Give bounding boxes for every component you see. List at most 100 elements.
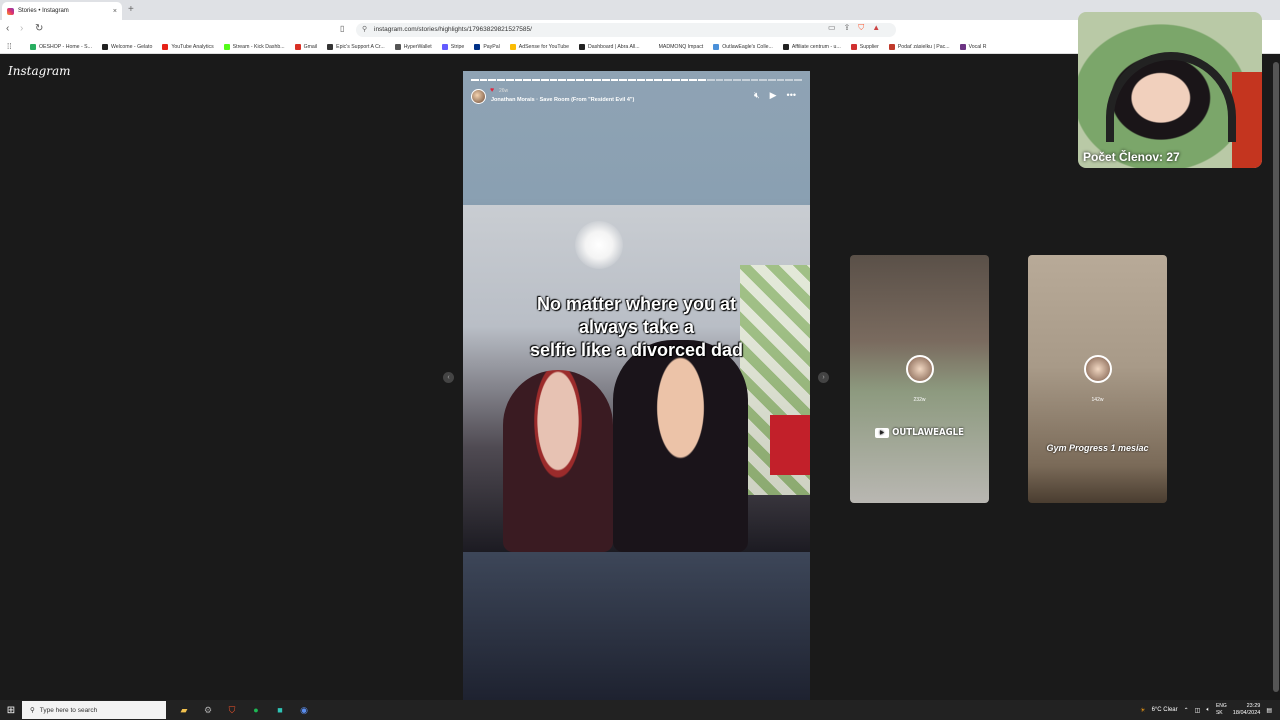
progress-segment xyxy=(584,79,593,81)
windows-taskbar: ⊞ ⚲ Type here to search ▰ ⚙ ⛉ ● ■ ◉ ☀ 6°… xyxy=(0,700,1280,720)
brave-shield-icon[interactable]: ⛉ xyxy=(858,23,864,33)
clock-date: 18/04/2024 xyxy=(1232,710,1261,716)
bookmark-item[interactable]: HyperWallet xyxy=(394,43,432,50)
notifications-icon[interactable]: ▤ xyxy=(1266,707,1272,714)
bookmark-favicon-icon xyxy=(888,43,895,50)
story-controls: 🔇︎ ▶ ••• xyxy=(754,90,796,101)
bookmark-item[interactable]: Dashboard | Abra All... xyxy=(579,43,640,50)
reload-icon[interactable]: ↻ xyxy=(35,23,43,34)
next-highlight-thumbnail[interactable]: 232w ▶ OUTLAWEAGLE xyxy=(850,255,989,503)
progress-segment xyxy=(689,79,698,81)
highlight-heart-icon: ♥ xyxy=(490,87,495,94)
new-tab-button[interactable]: + xyxy=(128,4,134,15)
next-story-button[interactable]: › xyxy=(818,372,829,383)
url-field[interactable]: ⚲ instagram.com/stories/highlights/17963… xyxy=(356,23,896,37)
clock[interactable]: 23:29 18/04/2024 xyxy=(1233,703,1261,717)
volume-icon[interactable]: 🔈︎ xyxy=(1206,707,1210,714)
progress-segment xyxy=(636,79,645,81)
instagram-favicon-icon xyxy=(7,7,14,15)
progress-segment xyxy=(698,79,706,81)
highlight-avatar xyxy=(906,355,934,383)
progress-segment xyxy=(680,79,689,81)
taskbar-search[interactable]: ⚲ Type here to search xyxy=(22,701,166,719)
progress-segment xyxy=(505,79,514,81)
caption-line-1: No matter where you at xyxy=(536,294,737,314)
more-options-icon[interactable]: ••• xyxy=(787,90,796,101)
bookmark-item[interactable]: Affiliate centrum - u... xyxy=(782,43,841,50)
progress-segment xyxy=(558,79,567,81)
bookmark-item[interactable]: AdSense for YouTube xyxy=(509,43,569,50)
bookmark-item[interactable]: Gmail xyxy=(294,43,317,50)
progress-segment xyxy=(776,79,785,81)
bookmark-item[interactable]: Vocal R xyxy=(959,43,987,50)
scrollbar[interactable] xyxy=(1272,54,1280,700)
bookmark-favicon-icon xyxy=(959,43,966,50)
play-icon[interactable]: ▶ xyxy=(770,90,777,101)
bookmark-item[interactable]: OESHOP - Home - S... xyxy=(30,43,92,50)
bookmark-item[interactable]: Stream - Kick Dashb... xyxy=(223,43,285,50)
bookmark-favicon-icon xyxy=(294,43,301,50)
bookmark-item[interactable]: Epic's Support A Cr... xyxy=(327,43,385,50)
brave-browser-icon[interactable]: ⛉ xyxy=(220,705,244,716)
bookmark-item[interactable]: Welcome - Gelato xyxy=(101,43,152,50)
story-song[interactable]: Jonathan Morais · Save Room (From "Resid… xyxy=(491,97,634,103)
progress-segment xyxy=(741,79,750,81)
bookmark-item[interactable]: Supplier xyxy=(850,43,879,50)
story-author-avatar[interactable] xyxy=(471,89,486,104)
progress-segment xyxy=(532,79,540,81)
site-info-icon[interactable]: ⚲ xyxy=(362,25,367,33)
screen-cast-icon[interactable]: ▭ xyxy=(828,23,836,33)
bookmark-favicon-icon xyxy=(162,43,169,50)
bookmark-label: Vocal R xyxy=(968,43,987,50)
bookmark-label: Epic's Support A Cr... xyxy=(336,43,385,50)
bookmark-item[interactable]: Podať zásielku | Pac... xyxy=(888,43,950,50)
bookmark-favicon-icon xyxy=(394,43,401,50)
progress-segment xyxy=(767,79,776,81)
highlight-time: 142w xyxy=(1091,397,1104,403)
settings-gear-icon[interactable]: ⚙ xyxy=(196,705,220,716)
apps-grid-icon[interactable]: ⁞⁞ xyxy=(7,42,11,51)
webcam-overlay: Počet Členov: 27 xyxy=(1078,12,1262,168)
bookmark-item[interactable]: MADMONQ Impact xyxy=(649,43,704,50)
bookmark-item[interactable]: YouTube Analytics xyxy=(162,43,214,50)
progress-segment xyxy=(549,79,558,81)
app-icon[interactable]: ■ xyxy=(268,705,292,715)
progress-segment xyxy=(575,79,584,81)
scrollbar-thumb[interactable] xyxy=(1273,62,1279,692)
tab-stories-instagram[interactable]: Stories • Instagram × xyxy=(2,2,122,20)
previous-story-button[interactable]: ‹ xyxy=(443,372,454,383)
ceiling-lamp xyxy=(575,221,623,269)
bookmark-item[interactable]: PayPal xyxy=(474,43,500,50)
back-icon[interactable]: ‹ xyxy=(6,23,9,34)
obs-icon[interactable]: ◉ xyxy=(292,705,316,716)
progress-segment xyxy=(724,79,733,81)
bookmark-label: PayPal xyxy=(483,43,500,50)
next-highlight-thumbnail[interactable]: 142w Gym Progress 1 mesiac xyxy=(1028,255,1167,503)
tray-chevron-icon[interactable]: ⌃ xyxy=(1184,707,1189,714)
network-icon[interactable]: ◫ xyxy=(1195,707,1201,714)
bookmark-label: Dashboard | Abra All... xyxy=(588,43,640,50)
share-icon[interactable]: ⇪ xyxy=(844,23,851,33)
mute-icon[interactable]: 🔇︎ xyxy=(754,90,760,101)
file-explorer-icon[interactable]: ▰ xyxy=(172,705,196,716)
bookmark-favicon-icon xyxy=(509,43,516,50)
progress-segment xyxy=(715,79,724,81)
story-viewer[interactable]: ♥ 26w Jonathan Morais · Save Room (From … xyxy=(463,71,810,700)
windows-start-icon[interactable]: ⊞ xyxy=(0,705,22,716)
progress-segment xyxy=(706,79,715,81)
weather-text[interactable]: 6°C Clear xyxy=(1152,707,1178,713)
brave-rewards-icon[interactable]: ▲ xyxy=(872,23,880,33)
bookmark-label: MADMONQ Impact xyxy=(658,43,704,50)
tab-close-icon[interactable]: × xyxy=(113,8,117,15)
progress-segment xyxy=(479,79,488,81)
language-indicator[interactable]: ENG SK xyxy=(1216,703,1227,717)
clock-time: 23:29 xyxy=(1246,703,1261,709)
progress-segment xyxy=(471,79,479,81)
bookmark-item[interactable]: OutlawEagle's Colle... xyxy=(713,43,773,50)
progress-segment xyxy=(610,79,619,81)
spotify-icon[interactable]: ● xyxy=(244,705,268,715)
instagram-logo[interactable]: Instagram xyxy=(8,64,71,78)
bookmark-icon[interactable]: ▯ xyxy=(340,24,344,33)
bookmark-item[interactable]: Stripe xyxy=(441,43,464,50)
forward-icon[interactable]: › xyxy=(20,23,23,34)
